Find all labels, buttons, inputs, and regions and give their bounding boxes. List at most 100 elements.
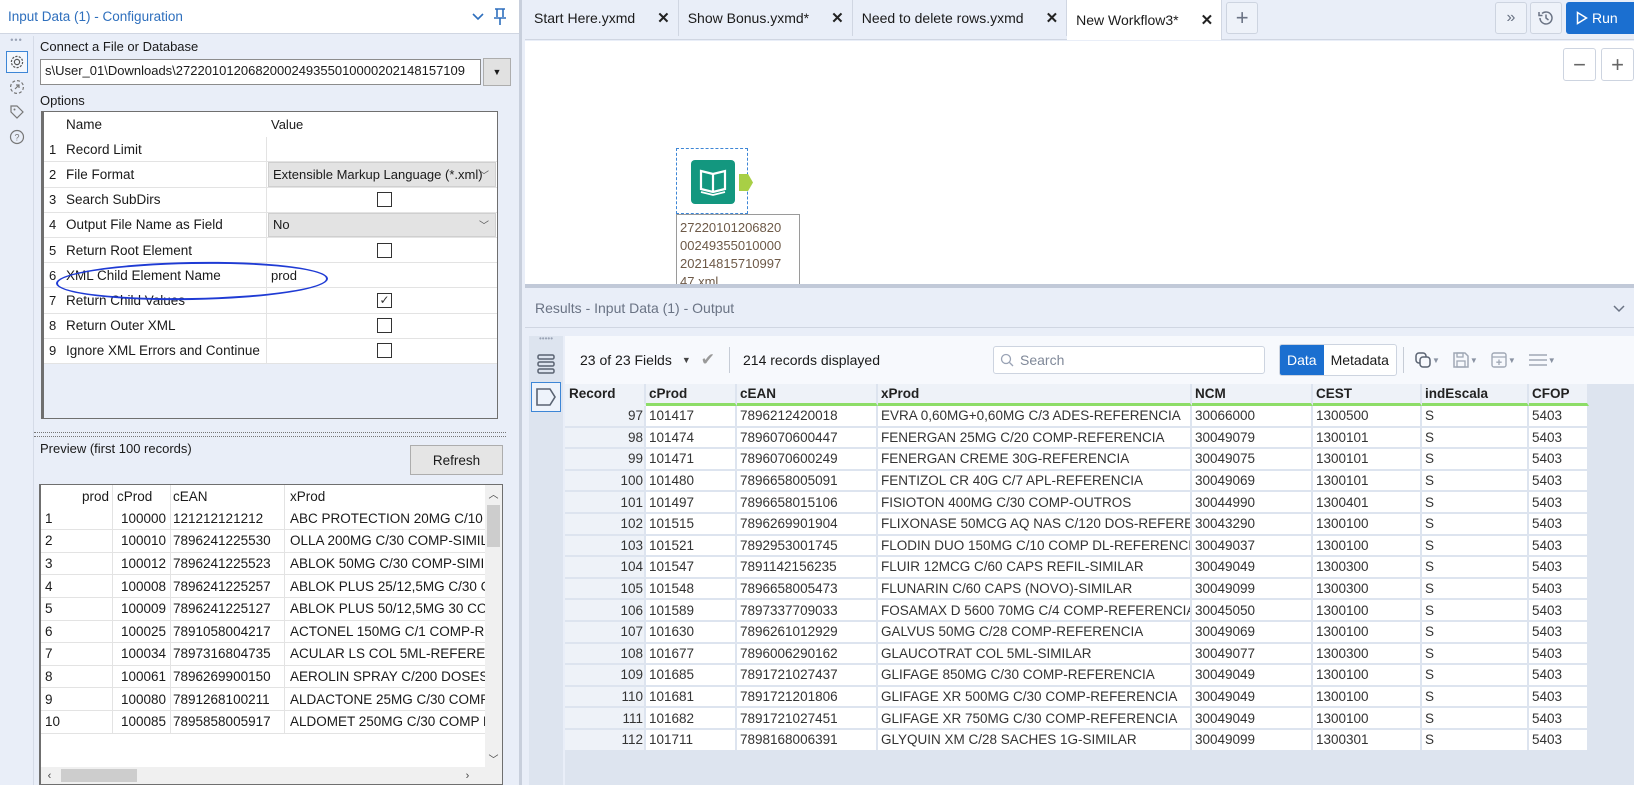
results-row[interactable]: 111 101682 7891721027451 GLIFAGE XR 750MG C… bbox=[565, 708, 1634, 730]
results-cell: S bbox=[1422, 708, 1529, 730]
preview-horizontal-scrollbar[interactable]: ‹ › bbox=[41, 767, 502, 784]
close-tab-icon[interactable]: ✕ bbox=[831, 9, 844, 27]
col-header-record[interactable]: Record bbox=[565, 384, 646, 406]
data-view-button[interactable]: Data bbox=[1280, 345, 1324, 375]
zoom-out-button[interactable]: − bbox=[1563, 48, 1596, 81]
scroll-right-icon[interactable]: › bbox=[459, 770, 476, 782]
col-header-cprod[interactable]: cProd bbox=[646, 384, 737, 406]
tab-3[interactable]: New Workflow3* ✕ bbox=[1067, 0, 1223, 40]
save-icon[interactable]: ▼ bbox=[1452, 351, 1478, 369]
option-checkbox[interactable] bbox=[377, 318, 392, 334]
scroll-down-icon[interactable]: ﹀ bbox=[485, 750, 502, 767]
copy-icon[interactable]: ▼ bbox=[1414, 351, 1440, 369]
option-select[interactable]: Extensible Markup Language (*.xml) ﹀ bbox=[268, 162, 496, 187]
results-row[interactable]: 99 101471 7896070600249 FENERGAN CREME 30G-… bbox=[565, 449, 1634, 471]
results-row[interactable]: 105 101548 7896658005473 FLUNARIN C/60 CAPS… bbox=[565, 578, 1634, 601]
fields-dropdown-icon[interactable]: ▼ bbox=[682, 355, 691, 365]
options-grid: Name Value 1 Record Limit 2 File Format Exte… bbox=[41, 111, 498, 419]
option-number: 2 bbox=[49, 166, 57, 182]
tag-view-icon[interactable] bbox=[531, 382, 561, 412]
results-cell: 101515 bbox=[646, 513, 737, 536]
tag-icon[interactable] bbox=[6, 101, 28, 123]
col-header-xprod[interactable]: xProd bbox=[878, 384, 1192, 406]
tab-0[interactable]: Start Here.yxmd ✕ bbox=[525, 0, 679, 36]
col-header-indescala[interactable]: indEscala bbox=[1422, 384, 1529, 406]
run-button[interactable]: Run bbox=[1566, 2, 1634, 34]
hscroll-thumb[interactable] bbox=[61, 769, 137, 782]
history-icon[interactable] bbox=[1530, 2, 1562, 34]
results-search-input[interactable]: Search bbox=[993, 346, 1265, 374]
scroll-up-icon[interactable]: ︿ bbox=[485, 485, 502, 502]
option-checkbox[interactable] bbox=[377, 343, 392, 359]
results-row[interactable]: 110 101681 7891721201806 GLIFAGE XR 500MG C… bbox=[565, 686, 1634, 709]
results-row[interactable]: 104 101547 7891142156235 FLUIR 12MCG C/60 C… bbox=[565, 557, 1634, 579]
option-checkbox[interactable] bbox=[377, 192, 392, 208]
workflow-canvas[interactable]: − + 27220101206820 00249355010000 202148… bbox=[525, 41, 1634, 286]
option-select[interactable]: No ﹀ bbox=[268, 212, 496, 237]
menu-lines-icon[interactable]: ▼ bbox=[1528, 352, 1556, 368]
close-tab-icon[interactable]: ✕ bbox=[1046, 9, 1059, 27]
overflow-chevrons-icon[interactable]: » bbox=[1495, 2, 1527, 34]
add-tool-icon[interactable]: ▼ bbox=[1490, 351, 1516, 369]
metadata-view-button[interactable]: Metadata bbox=[1324, 345, 1396, 375]
col-header-cfop[interactable]: CFOP bbox=[1529, 384, 1589, 406]
settings-gear-icon[interactable] bbox=[6, 51, 28, 73]
preview-cell: ABLOK PLUS 25/12,5MG C/30 CC bbox=[290, 578, 493, 594]
connection-progress-icon[interactable] bbox=[6, 76, 28, 98]
results-row[interactable]: 107 101630 7896261012929 GALVUS 50MG C/28 C… bbox=[565, 621, 1634, 644]
new-tab-button[interactable]: + bbox=[1226, 2, 1259, 34]
list-view-icon[interactable] bbox=[531, 349, 561, 379]
drag-handle-icon[interactable]: ••••• bbox=[529, 335, 563, 346]
results-row[interactable]: 103 101521 7892953001745 FLODIN DUO 150MG C… bbox=[565, 535, 1634, 558]
zoom-in-button[interactable]: + bbox=[1601, 48, 1634, 81]
results-row[interactable]: 112 101711 7898168006391 GLYQUIN XM C/28 SA… bbox=[565, 729, 1634, 752]
option-text-input[interactable] bbox=[267, 137, 497, 161]
results-row[interactable]: 100 101480 7896658005091 FENTIZOL CR 40G C/… bbox=[565, 470, 1634, 493]
fields-count[interactable]: 23 of 23 Fields bbox=[580, 352, 672, 368]
chevron-down-icon: ﹀ bbox=[479, 170, 489, 182]
chevron-down-icon[interactable] bbox=[467, 6, 489, 28]
col-header-ncm[interactable]: NCM bbox=[1192, 384, 1313, 406]
book-icon bbox=[691, 160, 735, 204]
refresh-button[interactable]: Refresh bbox=[410, 445, 503, 475]
close-tab-icon[interactable]: ✕ bbox=[657, 9, 670, 27]
input-data-tool[interactable] bbox=[676, 148, 753, 214]
results-row[interactable]: 101 101497 7896658015106 FISIOTON 400MG C/3… bbox=[565, 492, 1634, 514]
output-anchor[interactable] bbox=[739, 174, 753, 191]
file-path-dropdown-button[interactable]: ▼ bbox=[483, 58, 511, 86]
scroll-thumb[interactable] bbox=[487, 505, 500, 547]
results-row[interactable]: 98 101474 7896070600447 FENERGAN 25MG C/20 … bbox=[565, 427, 1634, 450]
col-header-cest[interactable]: CEST bbox=[1313, 384, 1422, 406]
preview-vertical-scrollbar[interactable]: ︿ ﹀ bbox=[485, 485, 502, 767]
option-row: 8 Return Outer XML bbox=[44, 313, 497, 339]
preview-row: 8 100061 7896269900150 AEROLIN SPRAY C/200 … bbox=[41, 665, 502, 689]
scroll-left-icon[interactable]: ‹ bbox=[41, 770, 58, 782]
results-row[interactable]: 108 101677 7896006290162 GLAUCOTRAT COL 5ML… bbox=[565, 643, 1634, 666]
close-tab-icon[interactable]: ✕ bbox=[1201, 11, 1214, 29]
help-icon[interactable]: ? bbox=[6, 126, 28, 148]
panel-splitter[interactable] bbox=[34, 432, 506, 437]
results-row[interactable]: 97 101417 7896212420018 EVRA 0,60MG+0,60MG … bbox=[565, 406, 1634, 428]
pin-icon[interactable] bbox=[489, 6, 511, 28]
file-path-input[interactable]: s\User_01\Downloads\27220101206820002493… bbox=[40, 59, 481, 85]
header-value: Value bbox=[271, 117, 304, 133]
results-cell: 101685 bbox=[646, 665, 737, 687]
tab-1[interactable]: Show Bonus.yxmd* ✕ bbox=[679, 0, 853, 36]
results-row[interactable]: 106 101589 7897337709033 FOSAMAX D 5600 70M… bbox=[565, 600, 1634, 622]
view-toggle: Data Metadata bbox=[1279, 344, 1397, 376]
results-row[interactable]: 102 101515 7896269901904 FLIXONASE 50MCG AQ… bbox=[565, 513, 1634, 536]
drag-handle-icon[interactable]: ••• bbox=[0, 36, 33, 48]
collapse-chevron-icon[interactable] bbox=[1604, 300, 1634, 316]
results-cell: 1300101 bbox=[1313, 449, 1422, 471]
apply-check-icon[interactable]: ✔ bbox=[701, 350, 715, 370]
tab-2[interactable]: Need to delete rows.yxmd ✕ bbox=[853, 0, 1068, 36]
preview-cell: 9 bbox=[45, 691, 53, 707]
results-row[interactable]: 109 101685 7891721027437 GLIFAGE 850MG C/30… bbox=[565, 665, 1634, 687]
results-cell: 7896658005091 bbox=[737, 470, 878, 493]
option-text-input[interactable]: prod bbox=[267, 263, 497, 287]
option-checkbox[interactable] bbox=[377, 242, 392, 258]
preview-row: 4 100008 7896241225257 ABLOK PLUS 25/12,5MG… bbox=[41, 575, 502, 598]
preview-cell: 5 bbox=[45, 601, 53, 617]
option-checkbox[interactable]: ✓ bbox=[377, 292, 392, 308]
col-header-cean[interactable]: cEAN bbox=[737, 384, 878, 406]
